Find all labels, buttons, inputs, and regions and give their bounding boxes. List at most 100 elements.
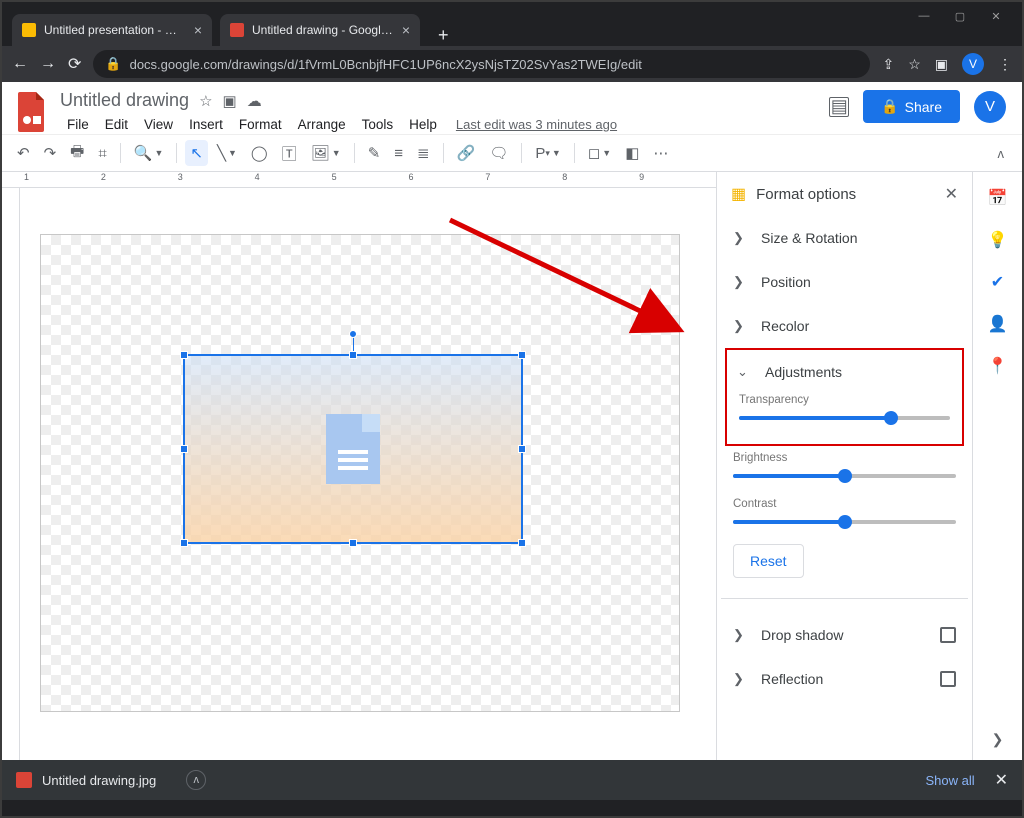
menu-insert[interactable]: Insert	[182, 115, 230, 134]
menu-file[interactable]: File	[60, 115, 96, 134]
more-options-button[interactable]: ⋯	[648, 140, 673, 166]
section-reflection[interactable]: ❯ Reflection	[721, 657, 968, 701]
reflection-checkbox[interactable]	[940, 671, 956, 687]
border-dash-button[interactable]: ≣	[412, 140, 435, 166]
menu-help[interactable]: Help	[402, 115, 444, 134]
tasks-icon[interactable]: ✔	[988, 272, 1008, 292]
comments-icon[interactable]: ▤	[829, 97, 849, 117]
undo-button[interactable]: ↶	[12, 140, 35, 166]
section-drop-shadow[interactable]: ❯ Drop shadow	[721, 613, 968, 657]
window-maximize[interactable]: ▢	[954, 10, 966, 23]
paint-format-button[interactable]: ⌗	[93, 141, 111, 166]
resize-handle[interactable]	[349, 351, 357, 359]
maps-icon[interactable]: 📍	[988, 356, 1008, 376]
format-options-icon: ▦	[731, 184, 746, 204]
chevron-up-icon[interactable]: ʌ	[186, 770, 206, 790]
drawings-logo[interactable]	[14, 90, 50, 134]
textbox-tool[interactable]: 🅃	[277, 139, 302, 168]
window-controls: — ▢ ✕	[898, 2, 1022, 30]
chrome-menu-icon[interactable]: ⋮	[998, 56, 1012, 73]
cloud-status-icon[interactable]: ☁	[247, 92, 262, 110]
drawing-canvas[interactable]	[40, 234, 680, 712]
crop-button[interactable]: ◻▼	[583, 140, 616, 166]
move-icon[interactable]: ▣	[223, 92, 237, 110]
transparency-slider[interactable]	[739, 416, 950, 420]
resize-handle[interactable]	[180, 445, 188, 453]
share-label: Share	[905, 99, 942, 115]
share-button[interactable]: 🔒 Share	[863, 90, 960, 123]
slider-brightness: Brightness	[721, 446, 968, 492]
calendar-icon[interactable]: 📅	[988, 188, 1008, 208]
document-title[interactable]: Untitled drawing	[60, 90, 189, 111]
contacts-icon[interactable]: 👤	[988, 314, 1008, 334]
resize-handle[interactable]	[180, 351, 188, 359]
file-icon	[16, 772, 32, 788]
close-icon[interactable]: ✕	[995, 770, 1008, 790]
keep-icon[interactable]: 💡	[988, 230, 1008, 250]
expand-rail-button[interactable]: ❯	[992, 731, 1004, 748]
selected-image[interactable]	[183, 354, 523, 544]
border-weight-button[interactable]: ≡	[389, 141, 408, 166]
section-adjustments[interactable]: ⌄ Adjustments	[727, 350, 962, 388]
menu-tools[interactable]: Tools	[355, 115, 401, 134]
section-size-rotation[interactable]: ❯ Size & Rotation	[721, 216, 968, 260]
lock-icon: 🔒	[881, 98, 898, 115]
image-tool[interactable]: 🖼▼	[306, 140, 346, 166]
menu-arrange[interactable]: Arrange	[291, 115, 353, 134]
new-tab-button[interactable]: +	[428, 25, 459, 46]
shape-tool[interactable]: ◯	[246, 140, 273, 166]
address-bar[interactable]: 🔒 docs.google.com/drawings/d/1fVrmL0Bcnb…	[93, 50, 870, 78]
section-position[interactable]: ❯ Position	[721, 260, 968, 304]
google-drawings-app: Untitled drawing ☆ ▣ ☁ File Edit View In…	[2, 82, 1022, 760]
resize-handle[interactable]	[349, 539, 357, 547]
resize-handle[interactable]	[518, 351, 526, 359]
window-close[interactable]: ✕	[990, 10, 1002, 23]
border-color-button[interactable]: ✎	[363, 140, 386, 166]
line-tool[interactable]: ╲▼	[212, 140, 242, 166]
menu-view[interactable]: View	[137, 115, 180, 134]
contrast-slider[interactable]	[733, 520, 956, 524]
menu-edit[interactable]: Edit	[98, 115, 135, 134]
close-icon[interactable]: ×	[194, 22, 202, 38]
star-icon[interactable]: ☆	[199, 92, 212, 110]
section-recolor[interactable]: ❯ Recolor	[721, 304, 968, 348]
forward-button[interactable]: →	[40, 55, 56, 73]
redo-button[interactable]: ↷	[39, 140, 62, 166]
chevron-right-icon: ❯	[733, 627, 747, 643]
mask-button[interactable]: ◧	[620, 140, 644, 166]
print-button[interactable]: 🖶	[65, 137, 89, 170]
select-tool[interactable]: ↖	[185, 140, 208, 166]
download-item[interactable]: Untitled drawing.jpg ʌ	[16, 770, 206, 790]
account-avatar[interactable]: V	[974, 91, 1006, 123]
comment-button[interactable]: 🗨	[484, 140, 513, 166]
show-all-button[interactable]: Show all	[925, 773, 974, 788]
last-edit-link[interactable]: Last edit was 3 minutes ago	[456, 117, 617, 132]
resize-handle[interactable]	[180, 539, 188, 547]
close-icon[interactable]: ×	[402, 22, 410, 38]
link-button[interactable]: 🔗	[452, 140, 481, 166]
star-icon[interactable]: ☆	[908, 56, 921, 73]
profile-avatar[interactable]: V	[962, 53, 984, 75]
browser-tab-slides[interactable]: Untitled presentation - Google S ×	[12, 14, 212, 46]
chevron-down-icon: ⌄	[737, 364, 751, 380]
window-minimize[interactable]: —	[918, 10, 930, 22]
resize-handle[interactable]	[518, 445, 526, 453]
side-panel-rail: 📅 💡 ✔ 👤 📍 ❯	[972, 172, 1022, 760]
rotate-handle[interactable]	[349, 330, 357, 338]
reset-button[interactable]: Reset	[733, 544, 804, 578]
reading-list-icon[interactable]: ▣	[935, 56, 948, 73]
back-button[interactable]: ←	[12, 55, 28, 73]
drop-shadow-checkbox[interactable]	[940, 627, 956, 643]
browser-tab-drawings[interactable]: Untitled drawing - Google Draw ×	[220, 14, 420, 46]
share-page-icon[interactable]: ⇪	[882, 56, 894, 73]
brightness-slider[interactable]	[733, 474, 956, 478]
collapse-toolbar-button[interactable]: ʌ	[990, 142, 1013, 165]
reload-button[interactable]: ⟳	[68, 54, 81, 74]
zoom-button[interactable]: 🔍▼	[129, 140, 169, 166]
resize-handle[interactable]	[518, 539, 526, 547]
font-picker[interactable]: P▾▼	[530, 141, 565, 166]
close-icon[interactable]: ✕	[945, 184, 958, 204]
menu-format[interactable]: Format	[232, 115, 289, 134]
browser-tab-strip: Untitled presentation - Google S × Untit…	[2, 2, 1022, 46]
download-filename: Untitled drawing.jpg	[42, 773, 156, 788]
